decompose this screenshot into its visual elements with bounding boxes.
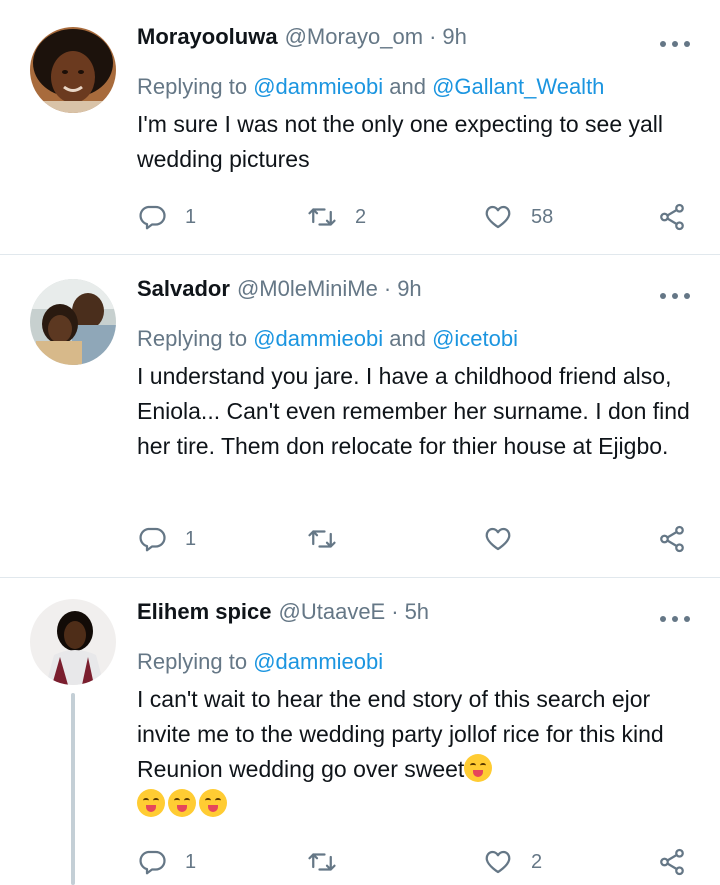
more-options-icon[interactable] (660, 286, 690, 306)
like-count: 58 (531, 205, 554, 228)
retweet-button[interactable] (307, 519, 355, 559)
display-name[interactable]: Salvador (137, 276, 230, 302)
mention-link[interactable]: @icetobi (432, 326, 518, 351)
retweet-button[interactable]: 2 (307, 197, 366, 237)
avatar-image (30, 279, 116, 365)
replying-to-label: Replying to (137, 74, 254, 99)
reply-icon (139, 205, 166, 230)
reply-count: 1 (185, 527, 197, 550)
avatar[interactable] (30, 27, 116, 113)
reply-button[interactable]: 1 (137, 842, 196, 882)
action-bar: 1 2 (137, 842, 697, 882)
reply-count: 1 (185, 205, 197, 228)
tweet-text: I can't wait to hear the end story of th… (137, 682, 696, 822)
retweet-count: 2 (355, 205, 367, 228)
share-button[interactable] (657, 197, 687, 237)
avatar-image (30, 599, 116, 685)
user-handle[interactable]: @UtaaveE (279, 599, 386, 625)
replying-to-label: Replying to (137, 649, 254, 674)
share-button[interactable] (657, 519, 687, 559)
user-handle[interactable]: @M0leMiniMe (237, 276, 378, 302)
timestamp[interactable]: 9h (397, 276, 421, 302)
reply-button[interactable]: 1 (137, 519, 196, 559)
and-label: and (383, 326, 433, 351)
display-name[interactable]: Morayooluwa (137, 24, 278, 50)
replying-to: Replying to @dammieobi and @icetobi (137, 326, 696, 352)
replying-to-label: Replying to (137, 326, 254, 351)
separator-dot: · (429, 24, 437, 49)
mention-link[interactable]: @dammieobi (253, 649, 383, 674)
face-savoring-food-emoji (137, 789, 165, 817)
like-button[interactable]: 58 (483, 197, 553, 237)
heart-icon (485, 850, 511, 874)
tweet-2[interactable]: Salvador @M0leMiniMe · 9h Replying to @d… (0, 255, 720, 577)
display-name[interactable]: Elihem spice (137, 599, 272, 625)
retweet-icon (308, 208, 336, 226)
more-options-icon[interactable] (660, 34, 690, 54)
separator-dot: · (391, 599, 399, 624)
timestamp[interactable]: 5h (405, 599, 429, 625)
face-savoring-food-emoji (199, 789, 227, 817)
retweet-icon (308, 853, 336, 871)
replying-to: Replying to @dammieobi and @Gallant_Weal… (137, 74, 696, 100)
face-savoring-food-emoji (464, 754, 493, 782)
tweet-1[interactable]: Morayooluwa @Morayo_om · 9h Replying to … (0, 0, 720, 254)
share-icon (660, 203, 684, 231)
action-bar: 1 2 58 (137, 197, 697, 237)
separator-dot: · (383, 276, 392, 301)
heart-icon (485, 205, 511, 229)
mention-link[interactable]: @dammieobi (253, 326, 383, 351)
like-button[interactable] (483, 519, 531, 559)
like-button[interactable]: 2 (483, 842, 542, 882)
tweet-text: I'm sure I was not the only one expectin… (137, 111, 664, 172)
face-savoring-food-emoji (168, 789, 196, 817)
reply-count: 1 (185, 850, 197, 873)
share-icon (660, 525, 684, 553)
user-handle[interactable]: @Morayo_om (285, 24, 424, 50)
retweet-icon (308, 530, 336, 548)
timestamp[interactable]: 9h (442, 24, 466, 50)
tweet-text-content: I can't wait to hear the end story of th… (137, 686, 664, 782)
reply-button[interactable]: 1 (137, 197, 196, 237)
like-count: 2 (531, 850, 543, 873)
avatar-image (30, 27, 116, 113)
reply-icon (139, 527, 166, 552)
share-icon (660, 848, 684, 876)
tweet-3[interactable]: Elihem spice @UtaaveE · 5h Replying to @… (0, 578, 720, 885)
heart-icon (485, 527, 511, 551)
thread-line (71, 693, 75, 885)
tweet-text: I understand you jare. I have a childhoo… (137, 363, 690, 459)
replying-to: Replying to @dammieobi (137, 649, 696, 675)
mention-link[interactable]: @dammieobi (253, 74, 383, 99)
more-options-icon[interactable] (660, 609, 690, 629)
avatar[interactable] (30, 599, 116, 685)
mention-link[interactable]: @Gallant_Wealth (432, 74, 604, 99)
retweet-button[interactable] (307, 842, 355, 882)
and-label: and (383, 74, 433, 99)
share-button[interactable] (657, 842, 687, 882)
reply-icon (139, 850, 166, 875)
avatar[interactable] (30, 279, 116, 365)
action-bar: 1 (137, 519, 697, 559)
